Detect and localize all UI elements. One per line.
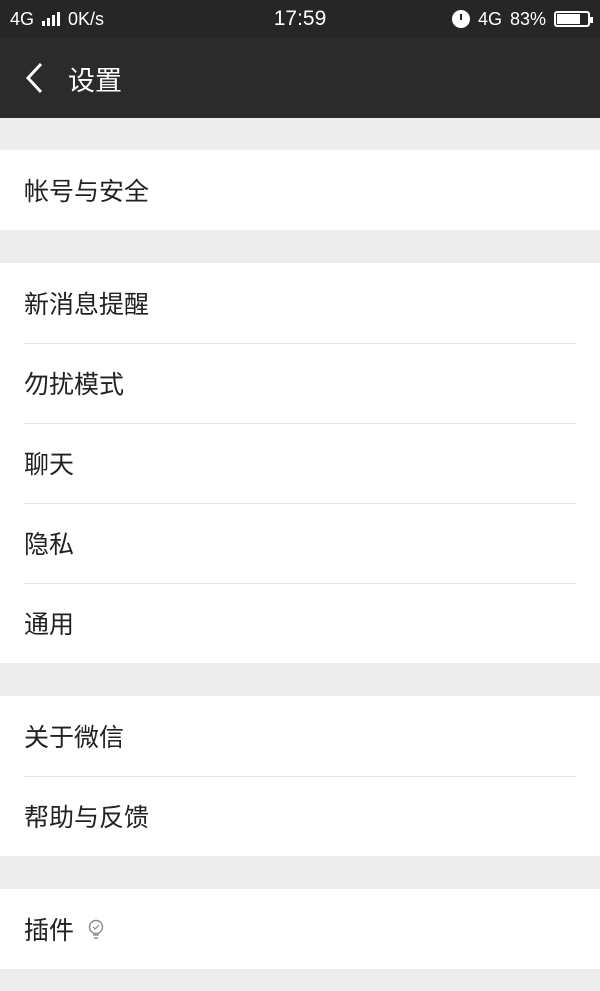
settings-item-account-security[interactable]: 帐号与安全 xyxy=(0,150,600,230)
settings-item-label: 帮助与反馈 xyxy=(24,803,150,832)
status-right: 4G 83% xyxy=(451,8,593,30)
section-gap xyxy=(0,856,600,889)
settings-item-help-feedback[interactable]: 帮助与反馈 xyxy=(0,776,600,856)
settings-item-label: 关于微信 xyxy=(24,723,125,752)
network-speed: 0K/s xyxy=(68,8,105,29)
alarm-icon xyxy=(451,10,470,28)
settings-group-plugins: 插件 xyxy=(0,889,600,969)
section-gap xyxy=(0,118,600,150)
settings-item-chat[interactable]: 聊天 xyxy=(0,423,600,503)
settings-item-label: 隐私 xyxy=(24,530,75,559)
section-gap xyxy=(0,230,600,263)
signal-icon xyxy=(42,12,61,26)
settings-item-do-not-disturb[interactable]: 勿扰模式 xyxy=(0,343,600,423)
status-bar: 4G 0K/s 17:59 4G 83% xyxy=(0,0,600,38)
settings-group-about: 关于微信 帮助与反馈 xyxy=(0,696,600,856)
settings-item-privacy[interactable]: 隐私 xyxy=(0,503,600,583)
chevron-left-icon[interactable] xyxy=(4,38,64,118)
settings-item-plugins[interactable]: 插件 xyxy=(0,889,600,969)
settings-group-account: 帐号与安全 xyxy=(0,150,600,230)
settings-item-general[interactable]: 通用 xyxy=(0,583,600,663)
nav-bar: 设置 xyxy=(0,38,600,118)
network-type-right: 4G xyxy=(477,8,502,29)
settings-item-label: 帐号与安全 xyxy=(24,177,150,206)
bulb-icon xyxy=(88,919,104,939)
settings-item-label: 新消息提醒 xyxy=(24,290,150,319)
settings-item-label: 通用 xyxy=(24,610,75,639)
settings-item-new-message-alert[interactable]: 新消息提醒 xyxy=(0,263,600,343)
settings-item-label: 聊天 xyxy=(24,450,75,479)
battery-percent: 83% xyxy=(509,8,546,29)
status-left: 4G 0K/s xyxy=(10,9,104,30)
settings-item-about-wechat[interactable]: 关于微信 xyxy=(0,696,600,776)
settings-item-label: 勿扰模式 xyxy=(24,370,125,399)
battery-icon xyxy=(554,11,593,27)
section-gap xyxy=(0,663,600,696)
page-title: 设置 xyxy=(68,65,122,97)
network-type: 4G xyxy=(10,8,35,29)
settings-item-label: 插件 xyxy=(24,916,75,945)
settings-group-main: 新消息提醒 勿扰模式 聊天 隐私 通用 xyxy=(0,263,600,663)
